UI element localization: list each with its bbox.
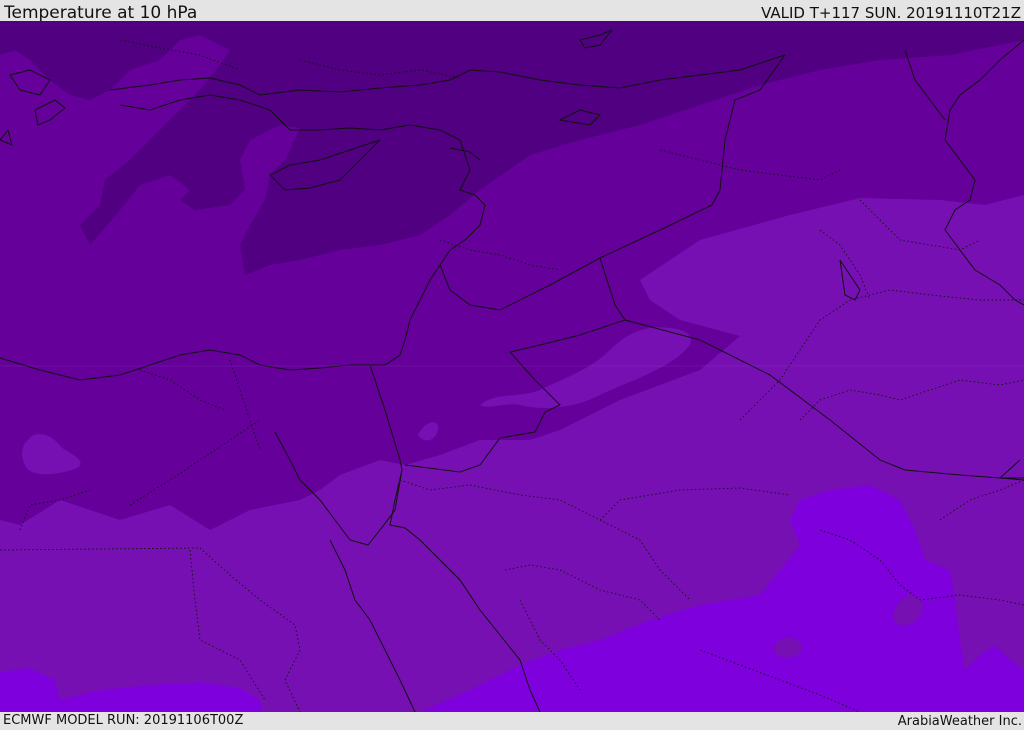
model-run-label: ECMWF MODEL RUN: 20191106T00Z — [3, 713, 244, 728]
footer-bar: ECMWF MODEL RUN: 20191106T00Z ArabiaWeat… — [0, 712, 1024, 729]
weather-map[interactable] — [0, 21, 1024, 712]
map-title: Temperature at 10 hPa — [4, 3, 198, 23]
header-bar: Temperature at 10 hPa VALID T+117 SUN. 2… — [0, 0, 1024, 23]
valid-time: VALID T+117 SUN. 20191110T21Z — [761, 4, 1021, 22]
map-canvas — [0, 21, 1024, 712]
brand-label: ArabiaWeather Inc. — [897, 714, 1022, 729]
